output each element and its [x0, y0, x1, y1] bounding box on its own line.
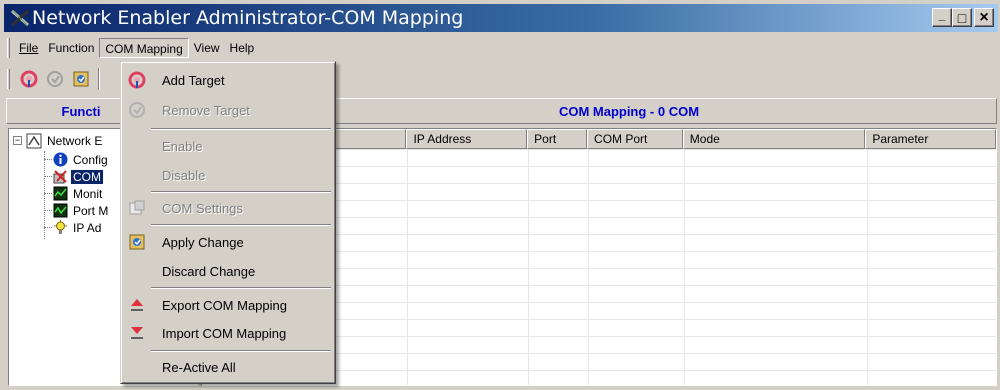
column-header-com-port[interactable]: COM Port [587, 129, 683, 149]
tree-branch [44, 227, 52, 228]
menu-item-discard-change[interactable]: Discard Change [123, 257, 333, 285]
export-icon [131, 299, 143, 311]
minimize-button[interactable]: _ [932, 8, 952, 27]
network-enabler-app-icon [11, 9, 29, 27]
tree-item-monitor[interactable]: Monit [53, 185, 104, 202]
tree-root-network-enabler[interactable]: − Network E [13, 132, 104, 149]
tree-item-label: IP Ad [73, 220, 102, 235]
add-target-icon [20, 70, 38, 88]
column-divider [588, 149, 589, 385]
remove-target-icon [129, 102, 145, 118]
menu-item-re-active-all[interactable]: Re-Active All [123, 353, 333, 381]
menu-help[interactable]: Help [225, 38, 260, 58]
functions-header-label: Functi [61, 103, 101, 119]
column-divider [528, 149, 529, 385]
menu-item-add-target[interactable]: Add Target [123, 66, 333, 94]
menu-item-label: Add Target [162, 72, 225, 88]
tree-collapse-icon[interactable]: − [13, 136, 22, 145]
menu-separator [151, 350, 331, 352]
tree-item-label: Monit [73, 186, 103, 201]
menu-item-import-com-mapping[interactable]: Import COM Mapping [123, 319, 333, 347]
menu-item-remove-target[interactable]: Remove Target [123, 96, 333, 124]
column-header-mode[interactable]: Mode [682, 129, 866, 149]
column-divider [407, 149, 408, 385]
com-mapping-header-label: COM Mapping - 0 COM [558, 103, 700, 119]
menu-function[interactable]: Function [43, 38, 99, 58]
minimize-icon: _ [938, 7, 946, 22]
column-header-parameter[interactable]: Parameter [865, 129, 996, 149]
menu-separator [151, 224, 331, 226]
menu-separator [151, 128, 331, 130]
menu-item-disable[interactable]: Disable [123, 161, 333, 189]
menu-item-label: Remove Target [162, 102, 250, 118]
tree-connector [44, 151, 45, 239]
menu-item-enable[interactable]: Enable [123, 132, 333, 160]
menu-separator [151, 191, 331, 193]
app-window: Network Enabler Administrator-COM Mappin… [0, 0, 1000, 390]
apply-change-icon [129, 234, 145, 250]
column-header-ip-address[interactable]: IP Address [406, 129, 528, 149]
tree-item-com-mapping[interactable]: COM [53, 168, 103, 185]
tree-branch [44, 176, 52, 177]
menu-bar-grip[interactable] [7, 38, 10, 58]
com-mapping-icon [53, 170, 67, 184]
tree-root-label: Network E [47, 133, 103, 148]
maximize-icon: □ [957, 9, 967, 26]
menu-item-label: Enable [162, 138, 203, 154]
menu-separator [151, 287, 331, 289]
tree-item-label: Config [73, 152, 108, 167]
tree-item-label: COM [71, 169, 103, 184]
import-icon [131, 327, 143, 339]
title-bar[interactable]: Network Enabler Administrator-COM Mappin… [4, 4, 998, 32]
com-mapping-dropdown-menu: Add Target Remove Target Enable Disable [120, 61, 336, 384]
tree-item-port-monitor[interactable]: Port M [53, 202, 110, 219]
com-settings-icon [129, 200, 145, 215]
info-icon [53, 152, 68, 167]
menu-com-mapping[interactable]: COM Mapping [99, 38, 189, 58]
toolbar-apply-change-button[interactable] [70, 68, 92, 90]
column-divider [684, 149, 685, 385]
toolbar [7, 65, 102, 93]
ip-address-icon [54, 220, 67, 234]
toolbar-add-target-button[interactable] [18, 68, 40, 90]
tree-branch [44, 210, 52, 211]
tree-branch [44, 159, 52, 160]
menu-item-export-com-mapping[interactable]: Export COM Mapping [123, 291, 333, 319]
menu-item-label: Import COM Mapping [162, 325, 287, 341]
network-icon [26, 133, 42, 148]
window-title: Network Enabler Administrator-COM Mappin… [32, 7, 464, 29]
apply-change-icon [73, 71, 89, 87]
column-header-port[interactable]: Port [527, 129, 588, 149]
close-icon: × [979, 8, 989, 26]
menu-file[interactable]: File [14, 38, 43, 58]
menu-bar: File Function COM Mapping View Help [7, 37, 259, 59]
close-button[interactable]: × [974, 8, 994, 27]
tree-branch [44, 193, 52, 194]
menu-item-label: Export COM Mapping [162, 297, 287, 313]
monitor-icon [53, 186, 68, 201]
toolbar-remove-target-button[interactable] [44, 68, 66, 90]
remove-target-icon [47, 71, 63, 87]
toolbar-separator [98, 68, 100, 90]
tree-item-ip-address[interactable]: IP Ad [53, 219, 103, 236]
tree-item-label: Port M [73, 203, 109, 218]
menu-item-label: Re-Active All [162, 359, 236, 375]
menu-item-label: Disable [162, 167, 206, 183]
menu-item-com-settings[interactable]: COM Settings [123, 194, 333, 222]
menu-item-apply-change[interactable]: Apply Change [123, 228, 333, 256]
menu-item-label: COM Settings [162, 200, 243, 216]
port-monitor-icon [53, 203, 68, 218]
menu-view[interactable]: View [189, 38, 225, 58]
toolbar-grip[interactable] [7, 69, 10, 89]
maximize-button[interactable]: □ [952, 8, 972, 27]
menu-item-label: Apply Change [162, 234, 244, 250]
add-target-icon [128, 71, 146, 89]
menu-item-label: Discard Change [162, 263, 256, 279]
column-divider [867, 149, 868, 385]
tree-item-configuration[interactable]: Config [53, 151, 110, 168]
